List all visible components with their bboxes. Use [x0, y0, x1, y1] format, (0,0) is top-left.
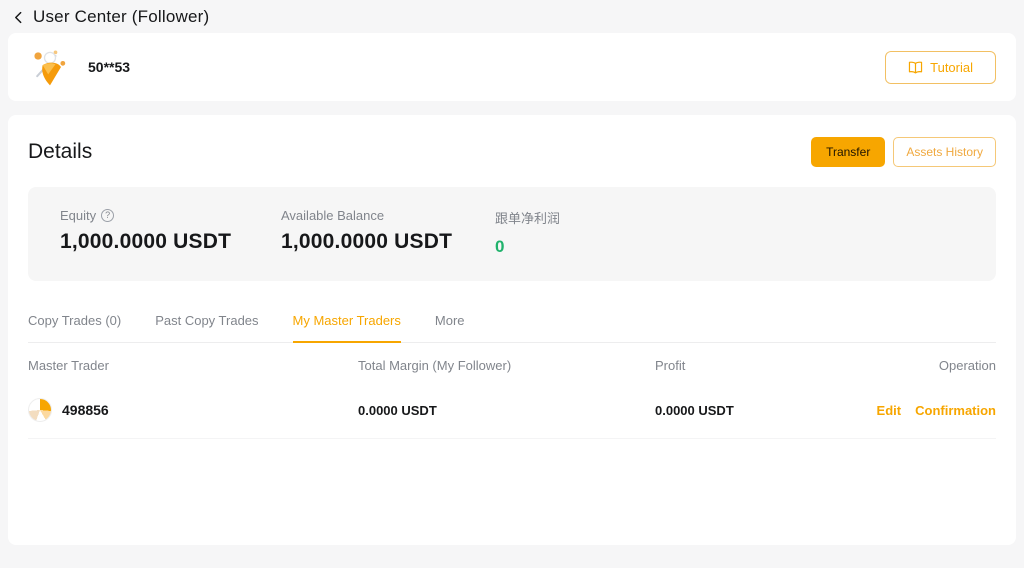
tab-my-master-traders[interactable]: My Master Traders: [293, 309, 401, 343]
trader-name: 498856: [62, 402, 109, 418]
col-profit: Profit: [655, 358, 806, 373]
stats-panel: Equity ? 1,000.0000 USDT Available Balan…: [28, 187, 996, 281]
operation-cell: Edit Confirmation: [806, 403, 996, 418]
details-header: Details Transfer Assets History: [28, 137, 996, 167]
page-header: User Center (Follower): [0, 0, 1024, 33]
transfer-button[interactable]: Transfer: [811, 137, 885, 167]
table-row: 498856 0.0000 USDT 0.0000 USDT Edit Conf…: [28, 383, 996, 439]
col-total-margin: Total Margin (My Follower): [358, 358, 655, 373]
tutorial-button-label: Tutorial: [930, 60, 973, 75]
confirmation-link[interactable]: Confirmation: [915, 403, 996, 418]
profit-value: 0.0000 USDT: [655, 403, 806, 418]
tab-past-copy-trades[interactable]: Past Copy Trades: [155, 309, 258, 343]
copy-net-profit-label: 跟单净利润: [495, 208, 560, 227]
details-card: Details Transfer Assets History Equity ?…: [8, 115, 1016, 545]
stat-equity: Equity ? 1,000.0000 USDT: [60, 208, 281, 257]
available-balance-value: 1,000.0000 USDT: [281, 230, 495, 254]
copy-net-profit-value: 0: [495, 237, 560, 257]
book-icon: [908, 61, 923, 74]
username: 50**53: [88, 59, 130, 75]
trader-cell: 498856: [28, 398, 358, 422]
edit-link[interactable]: Edit: [877, 403, 902, 418]
equity-label: Equity: [60, 208, 96, 223]
equity-value: 1,000.0000 USDT: [60, 230, 281, 254]
master-traders-table: Master Trader Total Margin (My Follower)…: [28, 343, 996, 439]
question-circle-icon[interactable]: ?: [101, 209, 114, 222]
assets-history-button[interactable]: Assets History: [893, 137, 996, 167]
back-chevron-icon[interactable]: [12, 11, 25, 24]
tab-bar: Copy Trades (0) Past Copy Trades My Mast…: [28, 309, 996, 343]
tutorial-button[interactable]: Tutorial: [885, 51, 996, 84]
stat-available-balance: Available Balance 1,000.0000 USDT: [281, 208, 495, 257]
total-margin-value: 0.0000 USDT: [358, 403, 655, 418]
col-master-trader: Master Trader: [28, 358, 358, 373]
col-operation: Operation: [806, 358, 996, 373]
tab-copy-trades[interactable]: Copy Trades (0): [28, 309, 121, 343]
stat-copy-net-profit: 跟单净利润 0: [495, 208, 560, 257]
tab-more[interactable]: More: [435, 309, 465, 343]
avatar: [28, 45, 72, 89]
available-balance-label: Available Balance: [281, 208, 384, 223]
page-title: User Center (Follower): [33, 7, 209, 27]
details-title: Details: [28, 140, 92, 164]
details-buttons: Transfer Assets History: [811, 137, 996, 167]
trader-avatar: [28, 398, 52, 422]
profile-card: 50**53 Tutorial: [8, 33, 1016, 101]
table-header-row: Master Trader Total Margin (My Follower)…: [28, 343, 996, 383]
